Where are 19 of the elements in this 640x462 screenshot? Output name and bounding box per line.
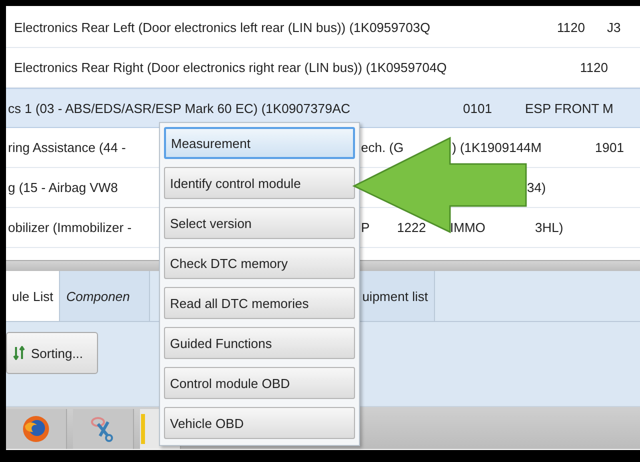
row-cell: ) (1K1909144M [452, 140, 542, 155]
row-cell: Electronics Rear Right (Door electronics right rear (LIN bus)) (1K0959704Q [14, 60, 447, 75]
row-cell: 0101 [463, 100, 492, 116]
row-cell: g (15 - Airbag VW8 [8, 180, 118, 195]
row-cell: 1120 [580, 60, 608, 75]
row-cell: obilizer (Immobilizer - [8, 220, 132, 235]
row-cell: 1120 [557, 20, 585, 35]
row-cell: ESP FRONT M [525, 100, 614, 116]
row-cell: 3HL) [535, 220, 564, 235]
row-cell: 34) [527, 180, 546, 195]
row-cell: Electronics Rear Left (Door electronics left rear (LIN bus)) (1K0959703Q [14, 20, 430, 35]
row-cell: 1901 [595, 140, 624, 155]
row-cell: ring Assistance (44 - [8, 140, 126, 155]
row-cell: IMMO [450, 220, 486, 235]
row-cell: 1222 [397, 220, 426, 235]
row-cell: P [361, 220, 370, 235]
row-cell: ech. (G [361, 140, 404, 155]
row-cell: cs 1 (03 - ABS/EDS/ASR/ESP Mark 60 EC) (1K0907379AC [8, 100, 350, 116]
row-cell: J3 [607, 20, 621, 35]
